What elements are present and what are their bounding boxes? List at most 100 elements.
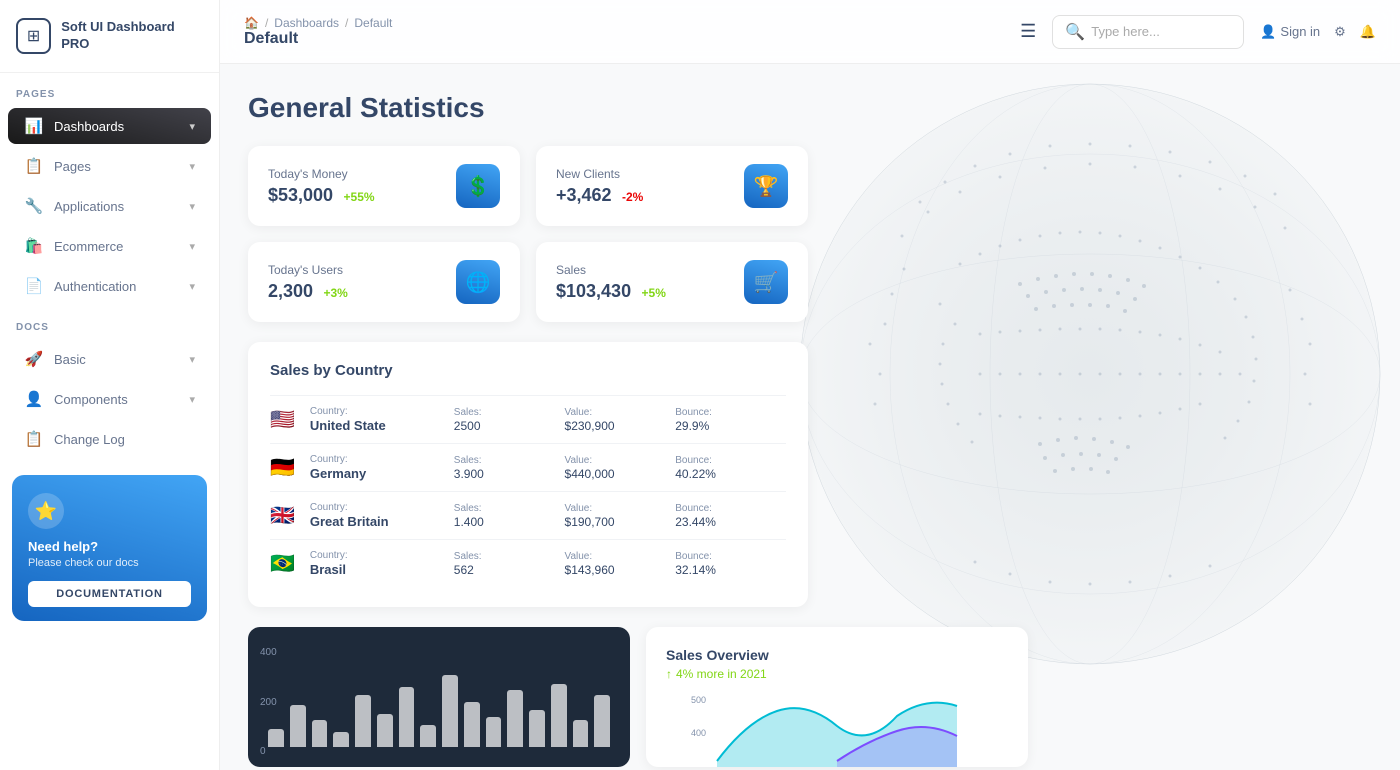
stat-card-clients: New Clients +3,462 -2% 🏆: [536, 146, 808, 226]
search-input[interactable]: [1091, 24, 1231, 39]
stat-change-users: +3%: [324, 286, 348, 300]
chevron-down-icon: ▾: [189, 393, 195, 406]
sidebar-item-ecommerce[interactable]: 🛍️ Ecommerce ▾: [8, 228, 211, 264]
sales-country-title: Sales by Country: [270, 362, 786, 379]
topbar-actions: 👤 Sign in ⚙ 🔔: [1260, 24, 1376, 40]
basic-icon: 🚀: [24, 350, 44, 368]
sidebar-item-dashboards[interactable]: 📊 Dashboards ▾: [8, 108, 211, 144]
bar: [420, 725, 436, 748]
stat-change-sales: +5%: [642, 286, 666, 300]
bar: [312, 720, 328, 747]
components-icon: 👤: [24, 390, 44, 408]
arrow-up-icon: ↑: [666, 667, 672, 681]
bar: [551, 684, 567, 747]
country-flag: 🇩🇪: [270, 444, 310, 492]
sidebar-item-label: Authentication: [54, 279, 179, 294]
money-icon: 💲: [456, 164, 500, 208]
cart-icon: 🛒: [744, 260, 788, 304]
breadcrumb-dashboards: Dashboards: [274, 16, 339, 30]
country-bounce: Bounce: 29.9%: [675, 396, 786, 444]
sidebar-item-label: Applications: [54, 199, 179, 214]
sidebar-item-applications[interactable]: 🔧 Applications ▾: [8, 188, 211, 224]
chevron-down-icon: ▾: [189, 120, 195, 133]
bar: [399, 687, 415, 747]
country-sales: Sales: 1.400: [454, 492, 565, 540]
bar: [333, 732, 349, 747]
bar: [507, 690, 523, 747]
sidebar-item-label: Ecommerce: [54, 239, 179, 254]
sales-overview-title: Sales Overview: [666, 647, 1008, 663]
stat-value-users: 2,300: [268, 281, 313, 301]
sidebar-item-label: Basic: [54, 352, 179, 367]
stat-value-sales: $103,430: [556, 281, 631, 301]
content-area: General Statistics Today's Money $53,000…: [220, 64, 1400, 770]
sidebar-item-pages[interactable]: 📋 Pages ▾: [8, 148, 211, 184]
sidebar-item-authentication[interactable]: 📄 Authentication ▾: [8, 268, 211, 304]
sidebar-item-label: Dashboards: [54, 119, 179, 134]
bar: [594, 695, 610, 748]
country-name-cell: Country: Brasil: [310, 540, 454, 588]
user-icon: 👤: [1260, 24, 1276, 40]
bar: [290, 705, 306, 747]
bar: [573, 720, 589, 747]
sidebar-item-components[interactable]: 👤 Components ▾: [8, 381, 211, 417]
documentation-button[interactable]: DOCUMENTATION: [28, 581, 191, 607]
country-value: Value: $143,960: [565, 540, 676, 588]
country-bounce: Bounce: 40.22%: [675, 444, 786, 492]
sales-by-country-card: Sales by Country 🇺🇸 Country: United Stat…: [248, 342, 808, 607]
svg-text:400: 400: [691, 728, 706, 738]
search-icon: 🔍: [1065, 22, 1085, 42]
stat-change-money: +55%: [344, 190, 375, 204]
section-label-pages: PAGES: [0, 73, 219, 106]
chevron-down-icon: ▾: [189, 353, 195, 366]
table-row: 🇧🇷 Country: Brasil Sales: 562 Value: $14…: [270, 540, 786, 588]
stat-cards-grid: Today's Money $53,000 +55% 💲 New Clients…: [248, 146, 808, 322]
country-bounce: Bounce: 23.44%: [675, 492, 786, 540]
table-row: 🇺🇸 Country: United State Sales: 2500 Val…: [270, 396, 786, 444]
section-label-docs: DOCS: [0, 306, 219, 339]
stat-label-users: Today's Users: [268, 263, 348, 277]
hamburger-icon[interactable]: ☰: [1020, 21, 1036, 42]
signin-button[interactable]: 👤 Sign in: [1260, 24, 1320, 40]
changelog-icon: 📋: [24, 430, 44, 448]
stat-value-clients: +3,462: [556, 185, 612, 205]
chart-y-labels: 0 200 400: [260, 647, 277, 757]
home-icon: 🏠: [244, 16, 259, 30]
table-row: 🇬🇧 Country: Great Britain Sales: 1.400 V…: [270, 492, 786, 540]
ecommerce-icon: 🛍️: [24, 237, 44, 255]
table-row: 🇩🇪 Country: Germany Sales: 3.900 Value: …: [270, 444, 786, 492]
country-sales: Sales: 562: [454, 540, 565, 588]
bar: [355, 695, 371, 748]
chevron-down-icon: ▾: [189, 200, 195, 213]
country-name-cell: Country: United State: [310, 396, 454, 444]
bar-chart-card: 0 200 400: [248, 627, 630, 767]
country-flag: 🇺🇸: [270, 396, 310, 444]
stat-label-money: Today's Money: [268, 167, 375, 181]
stat-card-sales: Sales $103,430 +5% 🛒: [536, 242, 808, 322]
country-value: Value: $190,700: [565, 492, 676, 540]
bar: [464, 702, 480, 747]
search-box[interactable]: 🔍: [1052, 15, 1244, 49]
sidebar-item-label: Components: [54, 392, 179, 407]
country-sales: Sales: 3.900: [454, 444, 565, 492]
pages-icon: 📋: [24, 157, 44, 175]
country-flag: 🇧🇷: [270, 540, 310, 588]
help-subtitle: Please check our docs: [28, 557, 191, 569]
logo-icon: ⊞: [16, 18, 51, 54]
bar: [486, 717, 502, 747]
stat-label-clients: New Clients: [556, 167, 643, 181]
country-name-cell: Country: Great Britain: [310, 492, 454, 540]
country-sales: Sales: 2500: [454, 396, 565, 444]
notifications-button[interactable]: 🔔: [1360, 24, 1376, 40]
stat-label-sales: Sales: [556, 263, 666, 277]
overview-chart: 500 400: [666, 691, 1008, 767]
sidebar-item-changelog[interactable]: 📋 Change Log: [8, 421, 211, 457]
chevron-down-icon: ▾: [189, 160, 195, 173]
content-inner: General Statistics Today's Money $53,000…: [248, 92, 1372, 767]
stat-card-money: Today's Money $53,000 +55% 💲: [248, 146, 520, 226]
bar: [377, 714, 393, 747]
sidebar-item-basic[interactable]: 🚀 Basic ▾: [8, 341, 211, 377]
settings-button[interactable]: ⚙: [1334, 24, 1346, 40]
country-bounce: Bounce: 32.14%: [675, 540, 786, 588]
bar: [529, 710, 545, 748]
